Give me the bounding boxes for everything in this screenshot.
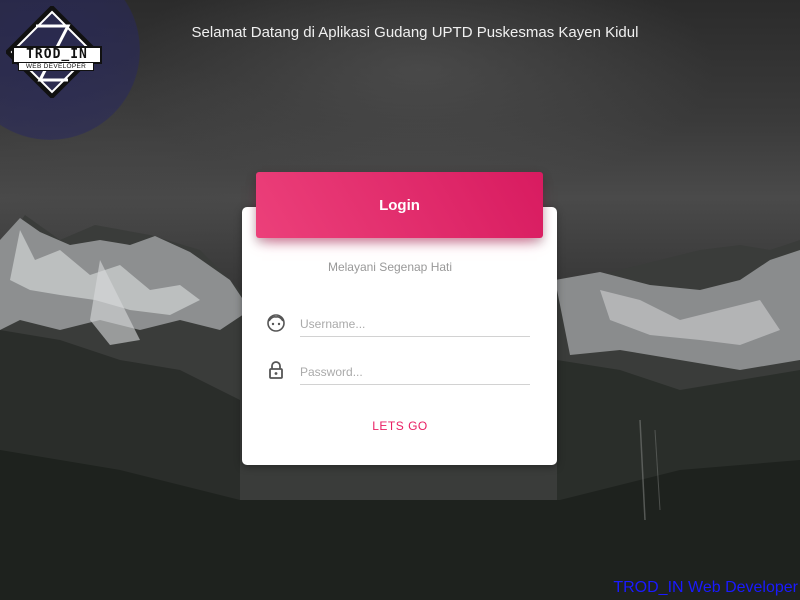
lets-go-button[interactable]: LETS GO xyxy=(355,414,445,438)
login-title: Login xyxy=(379,196,420,214)
password-input[interactable] xyxy=(300,359,530,385)
logo-subtitle: WEB DEVELOPER xyxy=(18,62,94,71)
lock-icon xyxy=(266,360,286,380)
brand-logo: TROD_IN WEB DEVELOPER xyxy=(4,4,102,100)
welcome-heading: Selamat Datang di Aplikasi Gudang UPTD P… xyxy=(191,24,639,41)
login-tagline: Melayani Segenap Hati xyxy=(327,260,453,274)
footer-watermark: TROD_IN Web Developer xyxy=(613,579,798,596)
login-card-header: Login xyxy=(256,172,543,238)
face-icon xyxy=(266,313,286,333)
username-input[interactable] xyxy=(300,311,530,337)
